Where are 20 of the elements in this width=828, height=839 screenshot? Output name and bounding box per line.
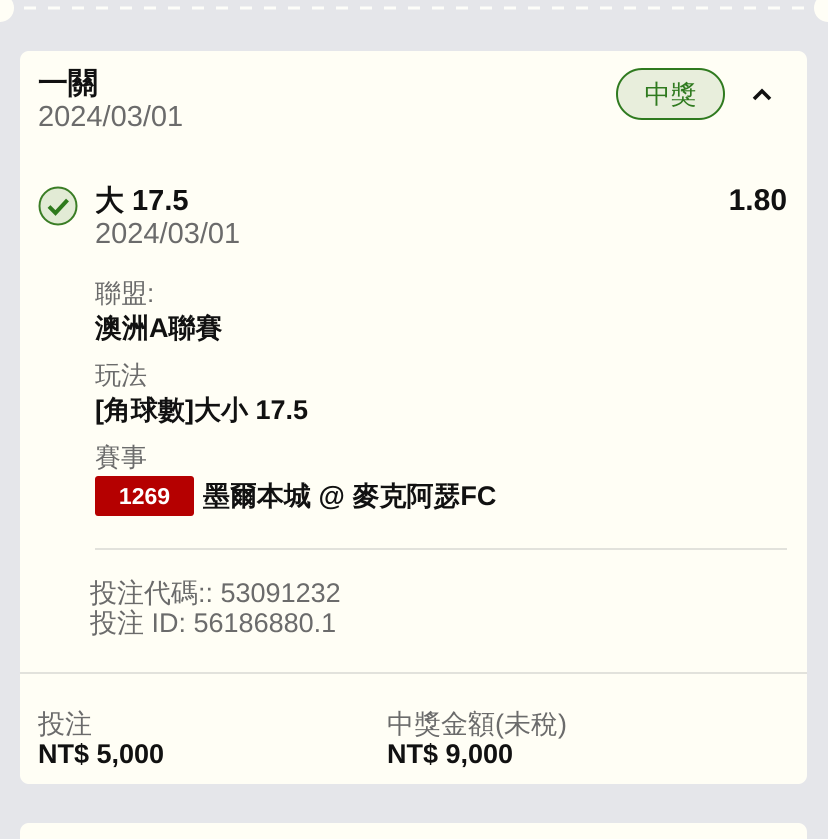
match-code-badge: 1269 (95, 476, 194, 516)
odds-value: 1.80 (728, 184, 787, 218)
chevron-up-icon[interactable] (752, 88, 772, 100)
bet-reference: 投注 ID: 56186880.1 (90, 608, 338, 638)
match-name: 墨爾本城 @ 麥克阿瑟FC (203, 480, 496, 512)
summary-value: NT$ 5,000 (38, 739, 166, 769)
summary-label: 投注 (38, 709, 93, 739)
detail-label: 玩法 (95, 359, 148, 391)
detail-label: 聯盟: (95, 277, 156, 309)
detail-value: [角球數]大小 17.5 (95, 394, 310, 426)
detail-value: 澳洲A聯賽 (95, 312, 224, 344)
bet-type-title: 一關 (38, 67, 99, 101)
selection-date: 2024/03/01 (95, 218, 242, 250)
bet-reference: 投注代碼:: 53091232 (90, 578, 342, 608)
bet-date: 2024/03/01 (38, 101, 184, 133)
summary-label: 中獎金額(未稅) (387, 709, 568, 739)
selection-pick: 大 17.5 (95, 184, 188, 218)
summary-value: NT$ 9,000 (387, 739, 514, 769)
status-badge: 中獎 (616, 68, 725, 120)
detail-label: 賽事 (95, 441, 148, 473)
